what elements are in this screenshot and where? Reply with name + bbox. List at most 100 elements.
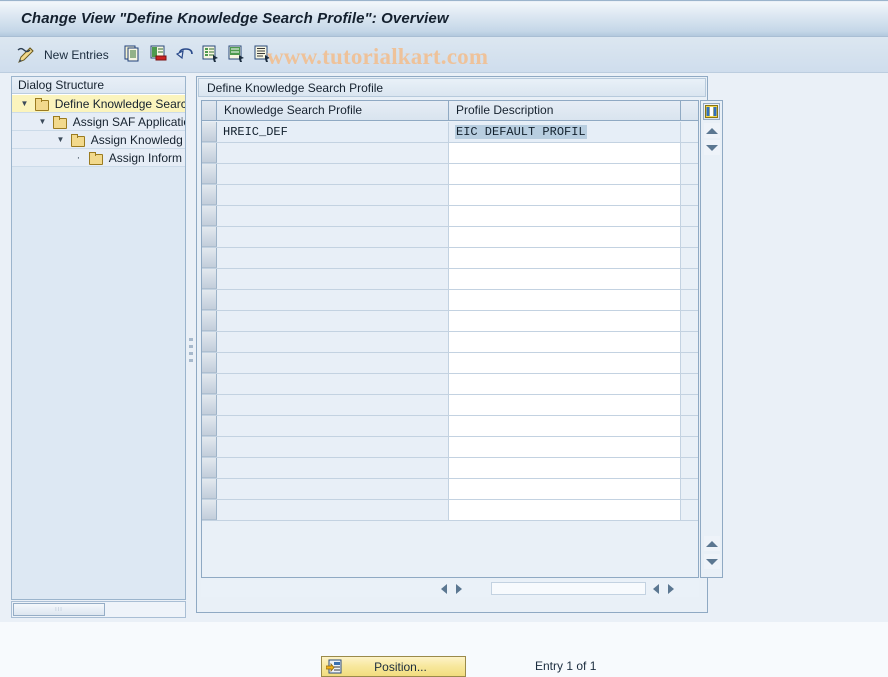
row-selector[interactable]: [202, 500, 217, 520]
new-entries-button[interactable]: New Entries: [44, 37, 109, 73]
table-row[interactable]: [202, 269, 698, 290]
cell-profile-description[interactable]: [449, 416, 681, 436]
row-selector[interactable]: [202, 185, 217, 205]
cell-knowledge-search-profile[interactable]: [217, 248, 449, 268]
table-row[interactable]: [202, 248, 698, 269]
row-selector[interactable]: [202, 395, 217, 415]
table-row[interactable]: [202, 311, 698, 332]
row-selector[interactable]: [202, 332, 217, 352]
cell-profile-description[interactable]: [449, 164, 681, 184]
scroll-up-button[interactable]: [704, 123, 720, 138]
row-selector[interactable]: [202, 122, 217, 142]
table-row[interactable]: [202, 437, 698, 458]
cell-profile-description[interactable]: [449, 395, 681, 415]
cell-profile-description[interactable]: [449, 437, 681, 457]
cell-knowledge-search-profile[interactable]: [217, 206, 449, 226]
row-selector[interactable]: [202, 311, 217, 331]
position-button[interactable]: Position...: [321, 656, 466, 677]
cell-knowledge-search-profile[interactable]: [217, 290, 449, 310]
select-all-column-header[interactable]: [202, 101, 217, 120]
cell-profile-description[interactable]: [449, 269, 681, 289]
cell-profile-description[interactable]: [449, 185, 681, 205]
cell-knowledge-search-profile[interactable]: [217, 143, 449, 163]
row-selector[interactable]: [202, 143, 217, 163]
table-row[interactable]: [202, 353, 698, 374]
table-row[interactable]: [202, 500, 698, 521]
row-selector[interactable]: [202, 374, 217, 394]
column-header-knowledge-search-profile[interactable]: Knowledge Search Profile: [217, 101, 449, 120]
tree-item-assign-knowledge[interactable]: ▼ Assign Knowledg: [12, 131, 185, 149]
row-selector[interactable]: [202, 248, 217, 268]
cell-profile-description[interactable]: [449, 248, 681, 268]
cell-profile-description[interactable]: [449, 290, 681, 310]
row-selector[interactable]: [202, 269, 217, 289]
row-selector[interactable]: [202, 164, 217, 184]
scroll-page-up-button[interactable]: [704, 536, 720, 551]
delete-icon[interactable]: [150, 45, 167, 65]
row-selector[interactable]: [202, 437, 217, 457]
tree-item-define-knowledge-search-profile[interactable]: ▼ Define Knowledge Searc: [12, 95, 185, 113]
table-row[interactable]: [202, 206, 698, 227]
table-row[interactable]: [202, 374, 698, 395]
cell-profile-description[interactable]: [449, 374, 681, 394]
table-row[interactable]: [202, 458, 698, 479]
row-selector[interactable]: [202, 353, 217, 373]
select-all-icon[interactable]: [202, 45, 219, 65]
table-row[interactable]: HREIC_DEF EIC DEFAULT PROFIL: [202, 122, 698, 143]
table-row[interactable]: [202, 479, 698, 500]
row-selector[interactable]: [202, 206, 217, 226]
cell-knowledge-search-profile[interactable]: [217, 458, 449, 478]
row-selector[interactable]: [202, 290, 217, 310]
cell-knowledge-search-profile[interactable]: [217, 374, 449, 394]
cell-profile-description[interactable]: [449, 206, 681, 226]
table-row[interactable]: [202, 185, 698, 206]
cell-profile-description[interactable]: [449, 143, 681, 163]
tree-item-assign-information[interactable]: · Assign Inform: [12, 149, 185, 167]
table-row[interactable]: [202, 164, 698, 185]
expand-twisty-icon[interactable]: ▼: [18, 95, 31, 112]
cell-profile-description[interactable]: [449, 500, 681, 520]
cell-knowledge-search-profile[interactable]: [217, 311, 449, 331]
grid-vertical-scrollbar[interactable]: [700, 100, 723, 578]
cell-profile-description[interactable]: [449, 458, 681, 478]
cell-knowledge-search-profile[interactable]: [217, 185, 449, 205]
tree-item-assign-saf-application[interactable]: ▼ Assign SAF Applicatio: [12, 113, 185, 131]
column-header-profile-description[interactable]: Profile Description: [449, 101, 681, 120]
cell-profile-description[interactable]: [449, 332, 681, 352]
expand-twisty-icon[interactable]: ▼: [36, 113, 49, 130]
cell-profile-description[interactable]: [449, 479, 681, 499]
table-row[interactable]: [202, 416, 698, 437]
cell-profile-description[interactable]: EIC DEFAULT PROFIL: [449, 122, 681, 142]
dialog-structure-tree[interactable]: ▼ Define Knowledge Searc ▼ Assign SAF Ap…: [12, 95, 185, 599]
copy-icon[interactable]: [124, 45, 141, 65]
scroll-down-button[interactable]: [704, 140, 720, 155]
cell-knowledge-search-profile[interactable]: [217, 332, 449, 352]
table-settings-icon[interactable]: [703, 103, 720, 120]
table-row[interactable]: [202, 332, 698, 353]
cell-profile-description[interactable]: [449, 311, 681, 331]
pencil-icon[interactable]: [16, 37, 36, 73]
undo-icon[interactable]: [175, 45, 193, 65]
cell-knowledge-search-profile[interactable]: [217, 500, 449, 520]
row-selector[interactable]: [202, 227, 217, 247]
row-selector[interactable]: [202, 458, 217, 478]
cell-knowledge-search-profile[interactable]: HREIC_DEF: [217, 122, 449, 142]
cell-knowledge-search-profile[interactable]: [217, 164, 449, 184]
expand-twisty-icon[interactable]: ▼: [54, 131, 67, 148]
panel-splitter[interactable]: [187, 76, 195, 600]
cell-knowledge-search-profile[interactable]: [217, 269, 449, 289]
table-row[interactable]: [202, 227, 698, 248]
cell-knowledge-search-profile[interactable]: [217, 227, 449, 247]
cell-profile-description[interactable]: [449, 227, 681, 247]
cell-knowledge-search-profile[interactable]: [217, 479, 449, 499]
scroll-page-down-button[interactable]: [704, 554, 720, 569]
cell-knowledge-search-profile[interactable]: [217, 353, 449, 373]
row-selector[interactable]: [202, 479, 217, 499]
cell-profile-description[interactable]: [449, 353, 681, 373]
table-row[interactable]: [202, 143, 698, 164]
cell-knowledge-search-profile[interactable]: [217, 437, 449, 457]
deselect-all-icon[interactable]: [228, 45, 245, 65]
table-row[interactable]: [202, 290, 698, 311]
cell-knowledge-search-profile[interactable]: [217, 416, 449, 436]
cell-knowledge-search-profile[interactable]: [217, 395, 449, 415]
